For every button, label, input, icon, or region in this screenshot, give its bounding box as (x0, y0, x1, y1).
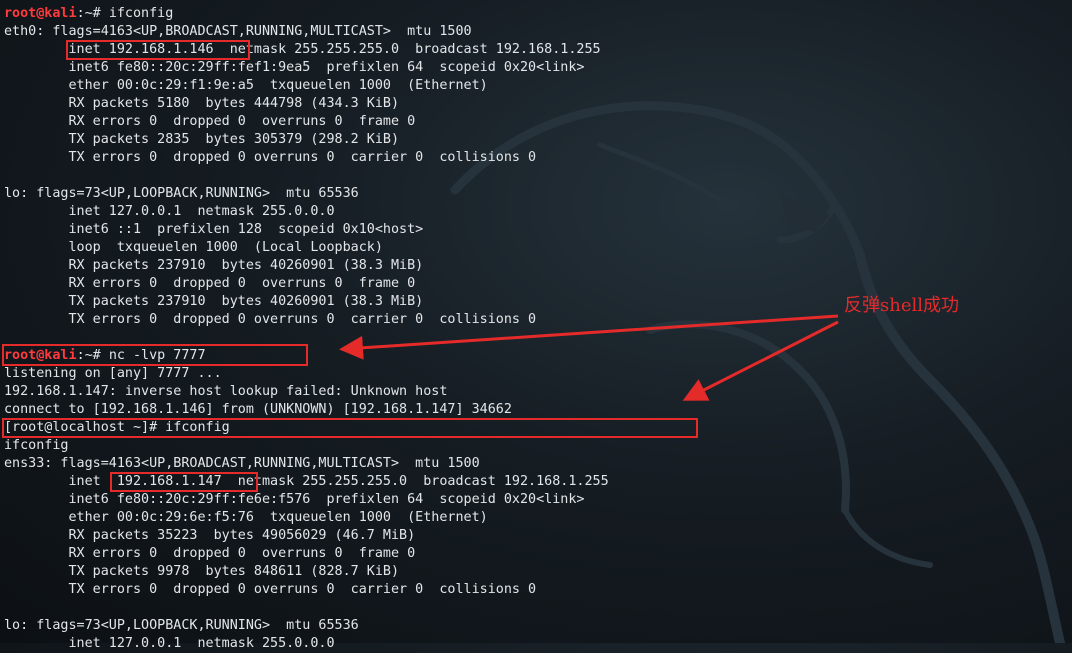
red-arrow (682, 320, 839, 401)
annotation-arrows (339, 314, 839, 401)
red-arrow (339, 314, 839, 360)
